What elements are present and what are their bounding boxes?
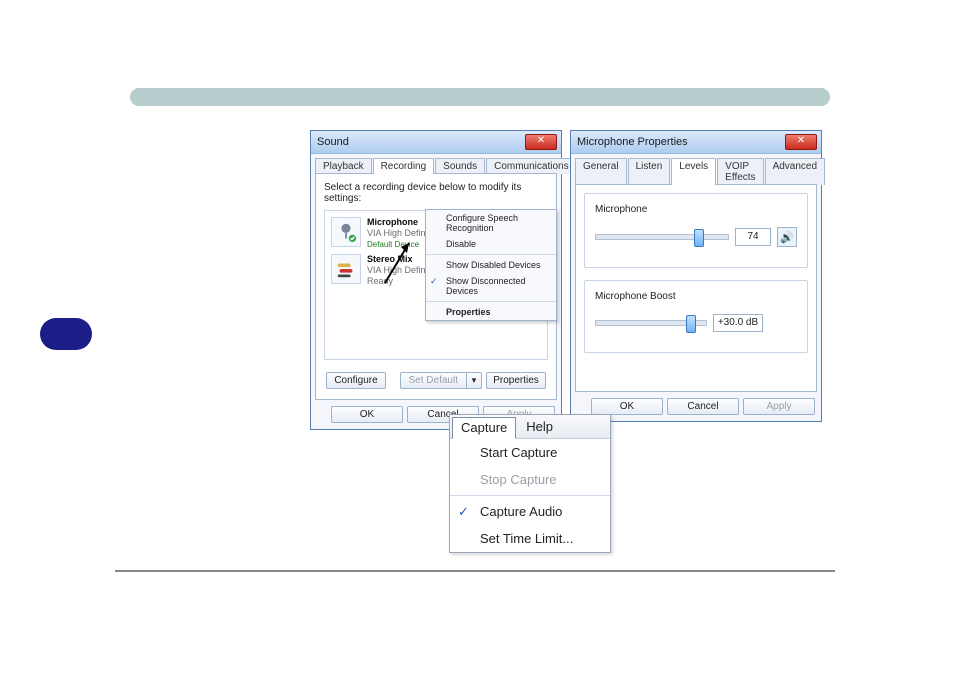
close-icon[interactable]: ✕ xyxy=(785,134,817,150)
tab-advanced[interactable]: Advanced xyxy=(765,158,825,185)
mic-level-slider[interactable] xyxy=(595,234,729,240)
sound-dialog: Sound ✕ Playback Recording Sounds Commun… xyxy=(310,130,562,430)
mic-boost-slider[interactable] xyxy=(595,320,707,326)
ctx-disable[interactable]: Disable xyxy=(426,236,556,252)
ctx-separator-1 xyxy=(426,254,556,255)
menu-capture-audio-label: Capture Audio xyxy=(480,504,562,519)
properties-button[interactable]: Properties xyxy=(486,372,546,389)
menu-start-capture[interactable]: Start Capture xyxy=(450,439,610,466)
mic-level-label: Microphone xyxy=(595,202,797,225)
sound-body: Playback Recording Sounds Communications… xyxy=(311,154,561,429)
tab-voip-effects[interactable]: VOIP Effects xyxy=(717,158,763,185)
annotation-arrow-icon xyxy=(379,237,419,287)
mic-body: General Listen Levels VOIP Effects Advan… xyxy=(571,154,821,421)
sound-titlebar: Sound ✕ xyxy=(311,131,561,154)
mic-tabs: General Listen Levels VOIP Effects Advan… xyxy=(575,158,817,185)
slider-thumb[interactable] xyxy=(694,229,704,247)
menu-capture[interactable]: Capture xyxy=(452,417,516,439)
ctx-show-disabled[interactable]: Show Disabled Devices xyxy=(426,257,556,273)
apply-button[interactable]: Apply xyxy=(743,398,815,415)
mic-tabpanel: Microphone 74 🔊 Microphone Boost +30.0 d… xyxy=(575,184,817,392)
mic-level-value[interactable]: 74 xyxy=(735,228,771,246)
menu-capture-audio[interactable]: ✓ Capture Audio xyxy=(450,498,610,525)
sound-tabs: Playback Recording Sounds Communications xyxy=(315,158,557,174)
check-icon: ✓ xyxy=(430,276,438,287)
tab-recording[interactable]: Recording xyxy=(373,158,435,174)
mic-boost-label: Microphone Boost xyxy=(595,289,797,312)
stereomix-icon xyxy=(331,254,361,284)
tab-levels[interactable]: Levels xyxy=(671,158,716,185)
microphone-icon xyxy=(331,217,361,247)
horizontal-rule xyxy=(115,570,835,572)
mic-boost-slider-row: +30.0 dB xyxy=(595,314,797,332)
decorative-pill xyxy=(130,88,830,106)
ctx-show-disconnected[interactable]: ✓ Show Disconnected Devices xyxy=(426,273,556,299)
cancel-button[interactable]: Cancel xyxy=(667,398,739,415)
mic-level-slider-row: 74 🔊 xyxy=(595,227,797,247)
ok-button[interactable]: OK xyxy=(591,398,663,415)
check-icon: ✓ xyxy=(458,504,469,520)
tab-communications[interactable]: Communications xyxy=(486,158,576,174)
ctx-show-disconnected-label: Show Disconnected Devices xyxy=(446,276,526,296)
mic-dialog-buttons: OK Cancel Apply xyxy=(575,392,817,417)
set-default-split-button: Set Default ▾ xyxy=(400,372,482,389)
device-action-row: Configure Set Default ▾ Properties xyxy=(324,366,548,391)
tab-playback[interactable]: Playback xyxy=(315,158,372,174)
set-default-button[interactable]: Set Default xyxy=(401,373,466,388)
ctx-configure-speech[interactable]: Configure Speech Recognition xyxy=(426,210,556,236)
sound-title: Sound xyxy=(317,136,525,148)
menu-stop-capture[interactable]: Stop Capture xyxy=(450,466,610,493)
speaker-icon[interactable]: 🔊 xyxy=(777,227,797,247)
mic-boost-group: Microphone Boost +30.0 dB xyxy=(584,280,808,353)
recording-instruction: Select a recording device below to modif… xyxy=(324,182,548,204)
mic-boost-value[interactable]: +30.0 dB xyxy=(713,314,763,332)
mic-level-group: Microphone 74 🔊 xyxy=(584,193,808,268)
menu-help[interactable]: Help xyxy=(516,415,563,438)
mic-properties-dialog: Microphone Properties ✕ General Listen L… xyxy=(570,130,822,422)
tab-listen[interactable]: Listen xyxy=(628,158,671,185)
capture-menu-header: Capture Help xyxy=(450,415,610,439)
tab-general[interactable]: General xyxy=(575,158,627,185)
configure-button[interactable]: Configure xyxy=(326,372,386,389)
device-context-menu: Configure Speech Recognition Disable Sho… xyxy=(425,209,557,321)
slider-thumb[interactable] xyxy=(686,315,696,333)
decorative-badge xyxy=(40,318,92,350)
capture-menu: Capture Help Start Capture Stop Capture … xyxy=(449,414,611,553)
tab-sounds[interactable]: Sounds xyxy=(435,158,485,174)
set-default-dropdown[interactable]: ▾ xyxy=(466,373,481,388)
menu-set-time-limit[interactable]: Set Time Limit... xyxy=(450,525,610,552)
close-icon[interactable]: ✕ xyxy=(525,134,557,150)
mic-title: Microphone Properties xyxy=(577,136,785,148)
ok-button[interactable]: OK xyxy=(331,406,403,423)
capture-menu-sep xyxy=(450,495,610,496)
mic-titlebar: Microphone Properties ✕ xyxy=(571,131,821,154)
ctx-separator-2 xyxy=(426,301,556,302)
sound-tabpanel: Select a recording device below to modif… xyxy=(315,173,557,400)
ctx-properties[interactable]: Properties xyxy=(426,304,556,320)
device-list: Microphone VIA High Definition Audio Def… xyxy=(324,210,548,360)
